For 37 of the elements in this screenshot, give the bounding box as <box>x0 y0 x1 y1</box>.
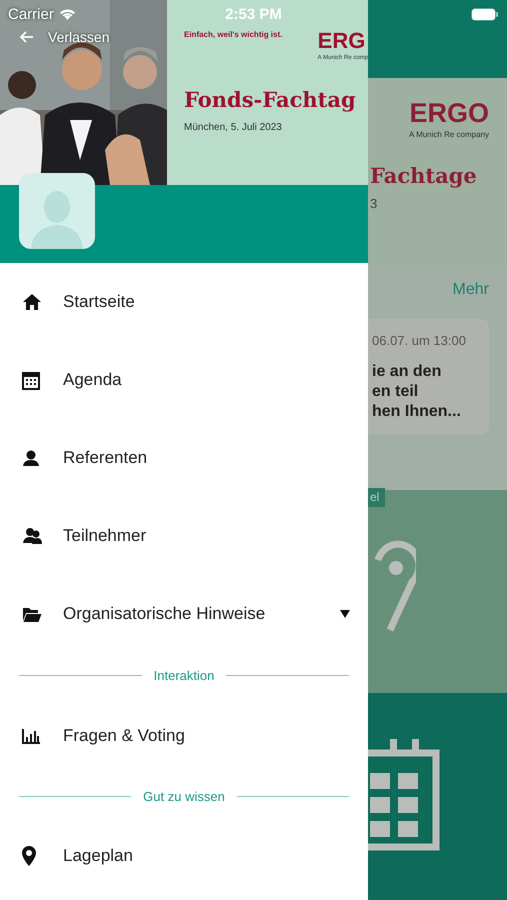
menu-item[interactable]: Organisatorische Hinweise <box>0 575 368 653</box>
person-icon <box>22 449 40 467</box>
section-heading: Gut zu wissen <box>143 788 225 804</box>
location-pin-icon <box>22 846 36 866</box>
card-text: en teil <box>372 382 420 402</box>
logo-subtitle: A Munich Re company <box>408 130 489 139</box>
event-title: Fachtage <box>370 163 477 188</box>
home-icon <box>22 293 42 311</box>
battery-icon <box>471 8 500 20</box>
card-text: ie an den <box>372 362 442 382</box>
menu-item[interactable]: Referenten <box>0 419 368 497</box>
people-icon <box>22 527 43 545</box>
news-card[interactable]: 06.07. um 13:00 ie an den en teil hen Ihnen... <box>368 319 489 434</box>
event-date: 3 <box>370 196 378 211</box>
event-date: München, 5. Juli 2023 <box>184 122 283 133</box>
menu-item[interactable]: Fragen & Voting <box>0 697 368 775</box>
logo: ERGO <box>409 100 489 127</box>
wifi-icon <box>58 8 76 20</box>
menu-item[interactable]: Agenda <box>0 341 368 419</box>
menu-item[interactable]: Teilnehmer <box>0 497 368 575</box>
menu-item[interactable]: Startseite <box>0 263 368 341</box>
calendar-icon <box>22 370 40 390</box>
tagline: Einfach, weil's wichtig ist. <box>184 30 282 41</box>
folder-icon <box>22 606 42 622</box>
tile[interactable] <box>368 693 507 900</box>
logo: ERG <box>318 30 366 52</box>
tile-label: el <box>368 488 386 507</box>
card-time: 06.07. um 13:00 <box>372 333 467 348</box>
carrier-label: Carrier <box>8 6 54 22</box>
back-arrow-icon <box>20 31 34 43</box>
clock-time: 2:53 PM <box>224 6 283 22</box>
card-text: hen Ihnen... <box>372 402 462 422</box>
event-title: Fonds-Fachtag <box>184 87 357 112</box>
caret-icon[interactable] <box>340 610 350 618</box>
bar-chart-icon <box>22 728 41 744</box>
section-heading: Interaktion <box>154 668 214 682</box>
menu-item[interactable]: Lageplan <box>0 817 368 895</box>
